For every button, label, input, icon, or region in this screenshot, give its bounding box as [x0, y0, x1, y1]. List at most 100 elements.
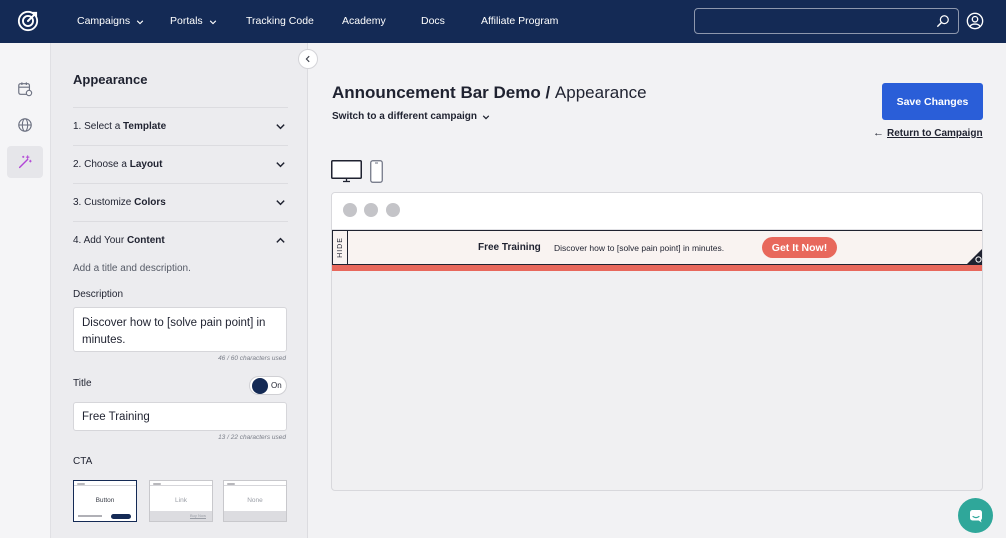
announcement-bar: HIDE Free Training Discover how to [solv… — [332, 230, 982, 265]
chevron-down-icon — [482, 114, 490, 119]
step-prefix: 2. Choose a — [73, 159, 130, 170]
description-label: Description — [73, 289, 124, 300]
cta-option-label: None — [247, 497, 263, 504]
brand-logo-icon[interactable] — [17, 10, 39, 32]
step-add-content[interactable]: 4. Add Your Content — [73, 221, 288, 259]
step-label: 1. Select a Template — [73, 121, 166, 132]
option-thumbnail-header — [224, 481, 286, 486]
cta-label: CTA — [73, 456, 93, 467]
calendar-settings-icon — [18, 82, 33, 97]
appearance-panel: Appearance 1. Select a Template 2. Choos… — [51, 43, 308, 538]
content-hint: Add a title and description. — [73, 263, 191, 274]
nav-campaigns-label: Campaigns — [77, 15, 131, 27]
chat-launcher[interactable] — [958, 498, 993, 533]
title-label: Title — [73, 378, 92, 389]
chat-bubble-icon — [969, 509, 982, 522]
nav-docs[interactable]: Docs — [421, 0, 445, 43]
thumbnail-button — [111, 514, 131, 519]
browser-dots — [227, 482, 235, 485]
title-counter: 13 / 22 characters used — [218, 434, 286, 441]
brand-corner-icon — [966, 249, 982, 265]
step-keyword: Colors — [134, 197, 166, 208]
step-prefix: 4. Add Your — [73, 235, 127, 246]
announcement-accent-strip — [332, 265, 982, 271]
chevron-up-icon — [276, 237, 285, 243]
browser-dot — [343, 203, 357, 217]
search-input[interactable] — [701, 12, 926, 30]
nav-tracking-code-label: Tracking Code — [246, 15, 314, 27]
step-choose-layout[interactable]: 2. Choose a Layout — [73, 145, 288, 183]
collapse-panel-button[interactable] — [298, 49, 318, 69]
step-keyword: Content — [126, 235, 165, 246]
nav-campaigns[interactable]: Campaigns — [77, 0, 144, 43]
cta-option-none[interactable]: None — [223, 480, 287, 522]
nav-academy[interactable]: Academy — [342, 0, 386, 43]
search-icon[interactable] — [936, 14, 950, 28]
section-name: Appearance — [554, 83, 647, 102]
chevron-down-icon — [276, 162, 285, 168]
top-navigation: Campaigns Portals Tracking Code Academy … — [0, 0, 1006, 43]
chevron-down-icon — [209, 19, 216, 24]
toggle-label: On — [271, 381, 282, 390]
desktop-icon[interactable] — [331, 160, 362, 183]
browser-header — [332, 193, 982, 230]
nav-docs-label: Docs — [421, 15, 445, 27]
nav-portals[interactable]: Portals — [170, 0, 217, 43]
description-field[interactable]: Discover how to [solve pain point] in mi… — [73, 307, 287, 352]
hide-tab[interactable]: HIDE — [333, 231, 348, 264]
chevron-down-icon — [276, 124, 285, 130]
save-changes-button[interactable]: Save Changes — [882, 83, 983, 120]
switch-campaign-link[interactable]: Switch to a different campaign — [332, 111, 490, 122]
thumbnail-text-line — [78, 515, 102, 517]
option-thumbnail-header — [74, 481, 136, 486]
description-counter: 46 / 60 characters used — [218, 355, 286, 362]
preview-window: HIDE Free Training Discover how to [solv… — [331, 192, 983, 491]
step-label: 3. Customize Colors — [73, 197, 166, 208]
nav-academy-label: Academy — [342, 15, 386, 27]
step-keyword: Template — [123, 121, 167, 132]
browser-dot — [364, 203, 378, 217]
option-thumbnail-header — [150, 481, 212, 486]
left-rail — [0, 43, 51, 538]
step-label: 2. Choose a Layout — [73, 159, 163, 170]
nav-affiliate-program[interactable]: Affiliate Program — [481, 0, 558, 43]
step-select-template[interactable]: 1. Select a Template — [73, 107, 288, 145]
chevron-down-icon — [136, 19, 144, 24]
toggle-knob — [252, 378, 268, 394]
title-toggle[interactable]: On — [249, 376, 287, 395]
rail-item-appearance[interactable] — [7, 146, 43, 178]
hide-label: HIDE — [336, 237, 344, 258]
mobile-icon[interactable] — [370, 160, 383, 183]
user-circle-icon[interactable] — [966, 12, 984, 30]
step-prefix: 3. Customize — [73, 197, 135, 208]
cta-option-button[interactable]: Button — [73, 480, 137, 522]
arrow-left-icon: ← — [873, 127, 884, 139]
nav-tracking-code[interactable]: Tracking Code — [246, 0, 314, 43]
cta-option-label: Link — [175, 497, 187, 504]
step-customize-colors[interactable]: 3. Customize Colors — [73, 183, 288, 221]
chevron-down-icon — [276, 200, 285, 206]
campaign-name: Announcement Bar Demo — [332, 83, 541, 102]
browser-dots — [77, 482, 85, 485]
cta-option-link[interactable]: Link Buy Now — [149, 480, 213, 522]
cta-option-label: Button — [95, 497, 115, 504]
chevron-left-icon — [305, 55, 310, 63]
rail-item-schedule[interactable] — [7, 73, 43, 105]
nav-portals-label: Portals — [170, 15, 203, 27]
step-label: 4. Add Your Content — [73, 235, 165, 246]
search-box — [694, 8, 959, 34]
announcement-cta-button[interactable]: Get It Now! — [762, 237, 837, 258]
announcement-description: Discover how to [solve pain point] in mi… — [554, 243, 725, 253]
switch-campaign-label: Switch to a different campaign — [332, 111, 478, 122]
title-field[interactable]: Free Training — [73, 402, 287, 431]
announcement-title: Free Training — [478, 242, 541, 253]
return-label: Return to Campaign — [887, 127, 983, 139]
browser-dot — [386, 203, 400, 217]
browser-dots — [153, 482, 161, 485]
title-separator: / — [540, 83, 555, 102]
thumbnail-bar — [224, 511, 286, 521]
magic-wand-icon — [18, 155, 32, 169]
rail-item-targeting[interactable] — [7, 109, 43, 141]
return-to-campaign-link[interactable]: ← Return to Campaign — [873, 127, 983, 139]
thumbnail-bar: Buy Now — [150, 511, 212, 521]
